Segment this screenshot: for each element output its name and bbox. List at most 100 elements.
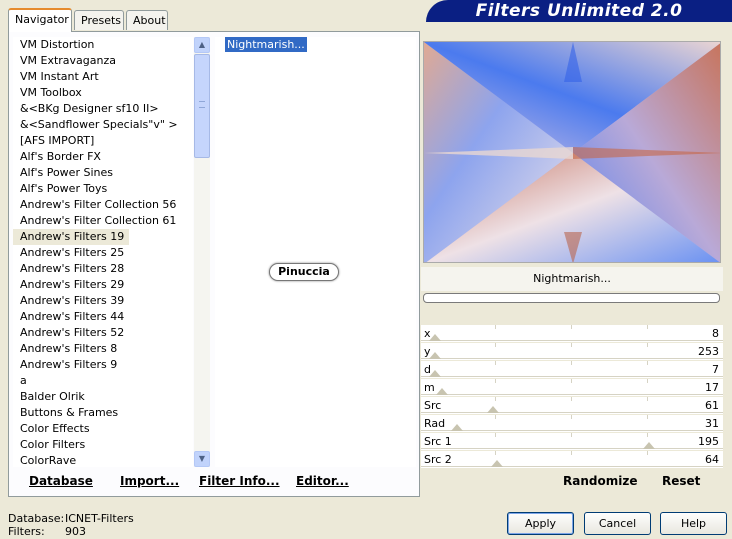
slider-tick: [571, 343, 572, 347]
category-item[interactable]: [AFS IMPORT]: [13, 133, 193, 149]
category-item[interactable]: Andrew's Filters 9: [13, 357, 193, 373]
category-item[interactable]: Andrew's Filters 29: [13, 277, 193, 293]
param-value: 253: [698, 345, 719, 358]
slider-track: [421, 358, 723, 359]
scroll-thumb[interactable]: [194, 54, 210, 158]
preview-panel: Nightmarish... x 8 y 253 d 7 m 17 Src 61 Rad 31 Src …: [421, 37, 723, 497]
preview-image[interactable]: [423, 41, 721, 263]
category-item[interactable]: &<BKg Designer sf10 II>: [13, 101, 193, 117]
param-label: x: [424, 327, 431, 340]
database-button[interactable]: Database: [29, 474, 93, 488]
category-item[interactable]: Color Filters: [13, 437, 193, 453]
tab-navigator[interactable]: Navigator: [8, 8, 72, 32]
param-label: y: [424, 345, 431, 358]
category-label: Andrew's Filters 19: [13, 229, 130, 245]
category-item[interactable]: VM Distortion: [13, 37, 193, 53]
cancel-button[interactable]: Cancel: [584, 512, 651, 535]
param-label: Src 2: [424, 453, 452, 466]
tab-about[interactable]: About: [126, 10, 168, 30]
param-label: Src 1: [424, 435, 452, 448]
slider-track: [421, 448, 723, 449]
filter-info-button[interactable]: Filter Info...: [199, 474, 280, 488]
param-value: 8: [712, 327, 719, 340]
category-item[interactable]: Andrew's Filters 25: [13, 245, 193, 261]
category-label: Alf's Power Toys: [20, 182, 108, 195]
category-item[interactable]: Andrew's Filters 8: [13, 341, 193, 357]
slider-tick: [495, 397, 496, 401]
filter-list[interactable]: Nightmarish... Pinuccia: [215, 37, 416, 467]
apply-button[interactable]: Apply: [507, 512, 574, 535]
category-label: Andrew's Filters 8: [20, 342, 118, 355]
category-label: Andrew's Filters 29: [20, 278, 125, 291]
category-label: Alf's Border FX: [20, 150, 101, 163]
category-item[interactable]: Andrew's Filters 44: [13, 309, 193, 325]
param-slider-src[interactable]: Src 61: [421, 397, 723, 415]
category-item[interactable]: Alf's Border FX: [13, 149, 193, 165]
category-label: Andrew's Filters 25: [20, 246, 125, 259]
param-slider-src-1[interactable]: Src 1 195: [421, 433, 723, 451]
preview-graphic: [424, 42, 720, 262]
category-item[interactable]: Color Effects: [13, 421, 193, 437]
slider-tick: [571, 433, 572, 437]
slider-knob[interactable]: [491, 460, 503, 467]
import-button[interactable]: Import...: [120, 474, 179, 488]
category-label: Andrew's Filter Collection 56: [20, 198, 177, 211]
slider-tick: [647, 451, 648, 455]
category-label: Andrew's Filter Collection 61: [20, 214, 177, 227]
category-item[interactable]: Buttons & Frames: [13, 405, 193, 421]
category-item[interactable]: VM Extravaganza: [13, 53, 193, 69]
category-item[interactable]: VM Toolbox: [13, 85, 193, 101]
slider-knob[interactable]: [451, 424, 463, 431]
category-label: Balder Olrik: [20, 390, 85, 403]
category-item[interactable]: Andrew's Filter Collection 56: [13, 197, 193, 213]
slider-tick: [647, 343, 648, 347]
slider-knob[interactable]: [487, 406, 499, 413]
progress-bar: [423, 293, 720, 303]
category-item[interactable]: Andrew's Filters 28: [13, 261, 193, 277]
category-label: VM Toolbox: [20, 86, 82, 99]
slider-track: [421, 394, 723, 395]
category-item[interactable]: Andrew's Filter Collection 61: [13, 213, 193, 229]
param-slider-m[interactable]: m 17: [421, 379, 723, 397]
param-slider-x[interactable]: x8: [421, 325, 723, 343]
slider-tick: [647, 433, 648, 437]
param-slider-rad[interactable]: Rad 31: [421, 415, 723, 433]
category-item[interactable]: Balder Olrik: [13, 389, 193, 405]
slider-tick: [495, 415, 496, 419]
randomize-button[interactable]: Randomize: [563, 474, 637, 488]
param-slider-y[interactable]: y 253: [421, 343, 723, 361]
slider-tick: [495, 325, 496, 329]
category-item[interactable]: VM Instant Art: [13, 69, 193, 85]
navigator-panel: VM Distortion VM Extravaganza VM Instant A…: [8, 31, 420, 497]
category-item[interactable]: &<Sandflower Specials"v" >: [13, 117, 193, 133]
category-item[interactable]: Andrew's Filters 39: [13, 293, 193, 309]
reset-button[interactable]: Reset: [662, 474, 700, 488]
slider-tick: [571, 451, 572, 455]
slider-knob[interactable]: [643, 442, 655, 449]
param-value: 17: [705, 381, 719, 394]
slider-tick: [571, 325, 572, 329]
category-label: Andrew's Filters 9: [20, 358, 118, 371]
tab-presets[interactable]: Presets: [74, 10, 124, 30]
category-list[interactable]: VM Distortion VM Extravaganza VM Instant A…: [13, 37, 193, 467]
scroll-up-button[interactable]: ▲: [194, 37, 210, 53]
category-item[interactable]: Andrew's Filters 19: [13, 229, 193, 245]
param-slider-src-2[interactable]: Src 2 64: [421, 451, 723, 469]
param-label: d: [424, 363, 431, 376]
slider-track: [421, 430, 723, 431]
category-scrollbar[interactable]: ▲ ▼: [194, 37, 210, 467]
slider-knob[interactable]: [436, 388, 448, 395]
slider-tick: [571, 361, 572, 365]
help-button[interactable]: Help: [660, 512, 727, 535]
filter-item-selected[interactable]: Nightmarish...: [225, 37, 307, 52]
category-item[interactable]: Alf's Power Sines: [13, 165, 193, 181]
category-item[interactable]: ColorRave: [13, 453, 193, 467]
editor-button[interactable]: Editor...: [296, 474, 349, 488]
param-label: Rad: [424, 417, 446, 430]
param-slider-d[interactable]: d7: [421, 361, 723, 379]
category-item[interactable]: Alf's Power Toys: [13, 181, 193, 197]
category-item[interactable]: Andrew's Filters 52: [13, 325, 193, 341]
filters-count: 903: [65, 525, 86, 538]
category-item[interactable]: a: [13, 373, 193, 389]
scroll-down-button[interactable]: ▼: [194, 451, 210, 467]
